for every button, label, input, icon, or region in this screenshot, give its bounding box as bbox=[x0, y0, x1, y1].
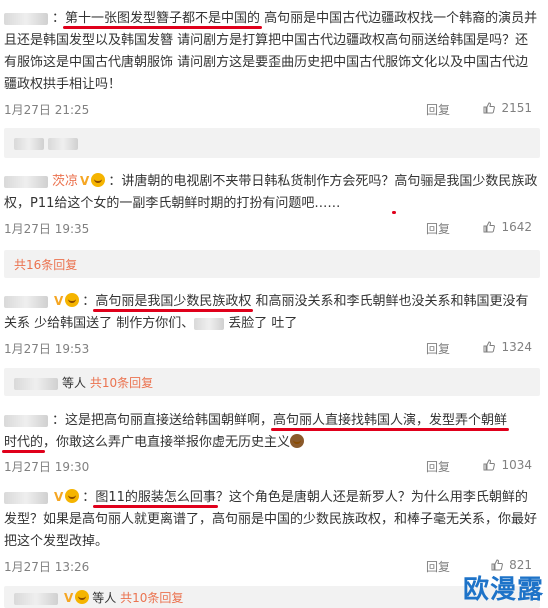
text-part: ： bbox=[82, 294, 96, 309]
highlighted-text: 高句丽人直接找韩国人演，发型弄个朝鲜 bbox=[273, 413, 508, 428]
verified-badge: V bbox=[80, 174, 90, 188]
thumbs-up-icon bbox=[483, 459, 496, 471]
reply-box[interactable]: 共16条回复 bbox=[4, 250, 540, 278]
text-part: P11给这个女的一副李氏朝鲜时期的打扮有问题吧…… bbox=[30, 196, 341, 211]
comment-text: V ：图11的服装怎么回事？这个角色是唐朝人还是新罗人？为什么用李氏朝鲜的发型？如… bbox=[4, 486, 540, 553]
reply-button[interactable]: 回复 bbox=[426, 558, 450, 575]
reply-box[interactable] bbox=[4, 128, 540, 158]
username-suffix[interactable]: 茨凉 bbox=[52, 174, 78, 189]
comment-text: ：这是把高句丽直接送给韩国朝鲜啊，高句丽人直接找韩国人演，发型弄个朝鲜时代的，你… bbox=[4, 410, 540, 454]
reply-button[interactable]: 回复 bbox=[426, 220, 450, 237]
timestamp: 1月27日 21:25 bbox=[4, 103, 90, 117]
text-part: ： bbox=[52, 11, 66, 26]
verified-badge: V bbox=[64, 591, 74, 605]
emoji-icon bbox=[75, 590, 90, 604]
comment-text: V ：高句丽是我国少数民族政权 和高丽没关系和李氏朝鲜也没关系和韩国更没有关系 少… bbox=[4, 290, 540, 335]
like-count: 1034 bbox=[501, 458, 532, 472]
like-button[interactable]: 1324 bbox=[483, 340, 532, 354]
poop-emoji-icon bbox=[290, 434, 305, 448]
username[interactable] bbox=[4, 414, 48, 427]
highlighted-text: 高句丽是我国少数民族政权 bbox=[95, 294, 252, 309]
thumbs-up-icon bbox=[483, 341, 496, 353]
username bbox=[14, 377, 58, 390]
text-part: ： bbox=[82, 490, 96, 505]
highlighted-text: 时代的 bbox=[4, 435, 44, 450]
username bbox=[48, 137, 78, 150]
username[interactable] bbox=[4, 491, 48, 504]
comment-meta: 1月27日 19:53 回复 1324 bbox=[4, 340, 540, 358]
reply-box[interactable]: V 等人 共10条回复 bbox=[4, 586, 540, 608]
comment-text: ：第十一张图发型簪子都不是中国的 高句丽是中国古代边疆政权找一个韩裔的演员并且还… bbox=[4, 8, 540, 96]
text-part: ：这是把高句丽直接送给韩国朝鲜啊， bbox=[52, 413, 274, 428]
timestamp: 1月27日 19:53 bbox=[4, 342, 90, 356]
more-replies-link[interactable]: 共10条回复 bbox=[120, 591, 183, 605]
text-part: ：讲唐朝的电视剧不夹带日韩私货制作方会死吗？ bbox=[108, 174, 395, 189]
highlighted-text: 图11的服装怎么回事 bbox=[95, 490, 216, 505]
like-count: 2151 bbox=[501, 101, 532, 115]
blurred-text bbox=[194, 317, 225, 330]
reply-button[interactable]: 回复 bbox=[426, 101, 450, 118]
username bbox=[14, 137, 44, 150]
reply-users-label: 等人 bbox=[92, 591, 117, 605]
reply-button[interactable]: 回复 bbox=[426, 340, 450, 357]
emoji-icon bbox=[65, 489, 80, 503]
highlighted-text: 第十一张图发型簪子都不是中国的 bbox=[65, 11, 261, 26]
username[interactable] bbox=[4, 12, 48, 25]
username[interactable] bbox=[4, 175, 48, 188]
thumbs-up-icon bbox=[483, 221, 496, 233]
comment-meta: 1月27日 21:25 回复 2151 bbox=[4, 101, 540, 119]
reply-box[interactable]: 等人 共10条回复 bbox=[4, 368, 540, 396]
text-part: ，你敢这么弄广电直接举报你虚无历史主义 bbox=[43, 435, 291, 450]
timestamp: 1月27日 19:30 bbox=[4, 460, 90, 474]
like-button[interactable]: 2151 bbox=[483, 101, 532, 115]
reply-users-label: 等人 bbox=[62, 376, 87, 390]
verified-badge: V bbox=[54, 490, 64, 504]
emoji-icon bbox=[91, 173, 106, 187]
comment-text: 茨凉 V ：讲唐朝的电视剧不夹带日韩私货制作方会死吗？高句骊是我国少数民族政权，P1… bbox=[4, 170, 540, 215]
emoji-icon bbox=[65, 293, 80, 307]
text-part: 丢脸了 吐了 bbox=[228, 316, 298, 331]
more-replies-link[interactable]: 共16条回复 bbox=[14, 258, 77, 272]
like-count: 1642 bbox=[501, 220, 532, 234]
thumbs-up-icon bbox=[483, 102, 496, 114]
username[interactable] bbox=[4, 295, 48, 308]
more-replies-link[interactable]: 共10条回复 bbox=[90, 376, 153, 390]
like-button[interactable]: 1034 bbox=[483, 458, 532, 472]
like-count: 1324 bbox=[501, 340, 532, 354]
comment-meta: 1月27日 13:26 回复 821 bbox=[4, 558, 540, 576]
like-button[interactable]: 1642 bbox=[483, 220, 532, 234]
username bbox=[14, 592, 58, 605]
timestamp: 1月27日 19:35 bbox=[4, 222, 90, 236]
comment-meta: 1月27日 19:30 回复 1034 bbox=[4, 458, 540, 476]
timestamp: 1月27日 13:26 bbox=[4, 560, 90, 574]
verified-badge: V bbox=[54, 294, 64, 308]
comment-meta: 1月27日 19:35 回复 1642 bbox=[4, 220, 540, 238]
watermark: 欧漫露 bbox=[462, 575, 544, 605]
reply-button[interactable]: 回复 bbox=[426, 458, 450, 475]
